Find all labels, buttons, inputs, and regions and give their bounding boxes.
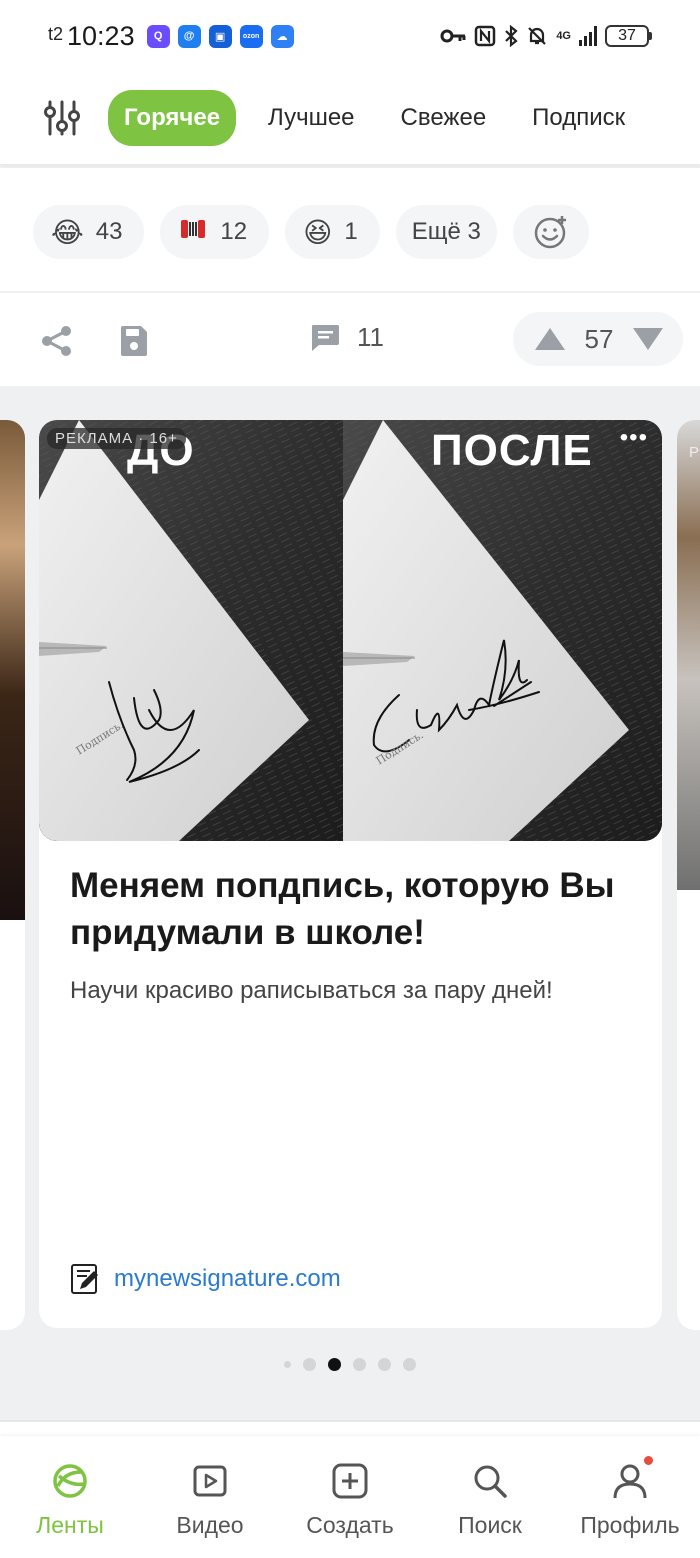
notification-dot <box>644 1456 653 1465</box>
ad-title[interactable]: Меняем попдпись, которую Вы придумали в … <box>70 862 640 956</box>
ad-more-button[interactable]: ••• <box>620 426 648 450</box>
tab-hot[interactable]: Горячее <box>108 90 237 146</box>
pagination-dot[interactable] <box>303 1358 316 1371</box>
accordion-icon <box>178 214 208 251</box>
carrier-label: t2 <box>48 23 64 44</box>
ad-carousel: Р Подпись. Подпись. ДО ПОСЛЕ РЕКЛАМА · 1… <box>0 404 700 1388</box>
pagination-dot[interactable] <box>284 1361 291 1368</box>
more-reactions-button[interactable]: Ещё 3 <box>395 205 497 259</box>
reaction-grin[interactable]: 😆 1 <box>285 205 380 259</box>
rating-value: 57 <box>584 323 614 354</box>
downvote-icon[interactable] <box>631 326 665 352</box>
app-notification-icon: Q <box>146 24 170 48</box>
profile-icon <box>613 1464 647 1499</box>
battery-icon: 37 <box>605 25 652 47</box>
nav-create[interactable]: Создать <box>280 1436 420 1558</box>
ad-disclaimer: РЕКЛАМА · 16+ <box>47 428 186 449</box>
ad-link-text[interactable]: mynewsignature.com <box>114 1265 341 1293</box>
battery-level: 37 <box>605 25 649 47</box>
reaction-count: 12 <box>220 218 248 245</box>
tab-best[interactable]: Лучшее <box>268 104 354 132</box>
document-edit-icon <box>71 1264 98 1294</box>
reaction-count: 1 <box>344 218 358 245</box>
reaction-accordion[interactable]: 12 <box>160 205 270 259</box>
laughing-tears-icon: 😂 <box>51 216 84 248</box>
nav-label: Профиль <box>580 1512 680 1538</box>
bottom-navigation: Ленты Видео Создать Поиск Профиль <box>0 1436 700 1558</box>
search-icon <box>474 1465 507 1498</box>
create-icon <box>332 1463 368 1499</box>
pagination-dot-active[interactable] <box>328 1358 341 1371</box>
mute-bell-icon <box>528 27 547 45</box>
nav-feeds[interactable]: Ленты <box>0 1436 140 1558</box>
status-bar: t2 10:23 Q @ ▣ ozon ☁ 4G 37 <box>0 0 700 72</box>
comments-button[interactable]: 11 <box>309 322 384 353</box>
nav-video[interactable]: Видео <box>140 1436 280 1558</box>
carousel-pagination <box>0 1358 700 1371</box>
nav-search[interactable]: Поиск <box>420 1436 560 1558</box>
share-icon[interactable] <box>40 324 74 358</box>
upvote-icon[interactable] <box>533 326 567 352</box>
cloud-notification-icon: ☁ <box>270 24 294 48</box>
nav-label: Видео <box>176 1512 244 1538</box>
pagination-dot[interactable] <box>378 1358 391 1371</box>
app-notification-icon: ▣ <box>208 24 232 48</box>
signal-icon <box>579 26 597 46</box>
reactions-bar: 😂 43 12 😆 1 Ещё 3 <box>33 205 589 259</box>
feed-tabs: Горячее Лучшее Свежее Подписк <box>0 72 700 164</box>
ad-description: Научи красиво рaписываться за пару дней! <box>70 977 553 1004</box>
bluetooth-icon <box>505 25 518 47</box>
rating-control: 57 <box>513 312 683 366</box>
reaction-count: 43 <box>95 218 123 245</box>
nav-label: Ленты <box>36 1512 104 1538</box>
nav-profile[interactable]: Профиль <box>560 1436 700 1558</box>
app-screen: t2 10:23 Q @ ▣ ozon ☁ 4G 37 Горячее Лучш… <box>0 0 700 1558</box>
post-actions: 11 57 <box>0 294 700 386</box>
ad-image[interactable]: Подпись. Подпись. ДО ПОСЛЕ РЕКЛАМА · 16+… <box>39 420 662 841</box>
reaction-laugh[interactable]: 😂 43 <box>33 205 145 259</box>
tab-fresh[interactable]: Свежее <box>401 104 487 132</box>
nav-label: Создать <box>306 1512 394 1538</box>
pagination-dot[interactable] <box>403 1358 416 1371</box>
ad-card[interactable]: Подпись. Подпись. ДО ПОСЛЕ РЕКЛАМА · 16+… <box>39 420 662 1328</box>
nfc-icon <box>475 25 496 47</box>
divider <box>0 291 700 293</box>
ad-link[interactable]: mynewsignature.com <box>70 1263 341 1295</box>
vpn-key-icon <box>440 29 466 43</box>
add-reaction-button[interactable] <box>512 205 589 259</box>
nav-label: Поиск <box>458 1512 522 1538</box>
comment-icon <box>312 324 339 351</box>
post-footer: 😂 43 12 😆 1 Ещё 3 11 57 <box>0 168 700 386</box>
ozon-bank-icon: ozon <box>239 24 263 48</box>
comments-count: 11 <box>357 322 384 352</box>
video-icon <box>193 1465 227 1497</box>
save-icon[interactable] <box>118 324 150 358</box>
add-emoji-icon <box>534 216 566 249</box>
grinning-squint-icon: 😆 <box>303 216 333 248</box>
feeds-icon <box>53 1464 87 1498</box>
network-type: 4G <box>556 29 571 42</box>
ad-label: Р <box>689 444 700 461</box>
status-system-icons: 4G 37 <box>440 25 652 47</box>
next-ad-card[interactable]: Р <box>677 420 700 1330</box>
status-time: 10:23 <box>67 20 135 51</box>
tab-subscriptions[interactable]: Подписк <box>532 104 625 132</box>
filter-settings-icon[interactable] <box>42 98 82 138</box>
previous-ad-card[interactable] <box>0 420 25 1330</box>
after-label: ПОСЛЕ <box>431 426 593 475</box>
mail-notification-icon: @ <box>177 24 201 48</box>
pagination-dot[interactable] <box>353 1358 366 1371</box>
